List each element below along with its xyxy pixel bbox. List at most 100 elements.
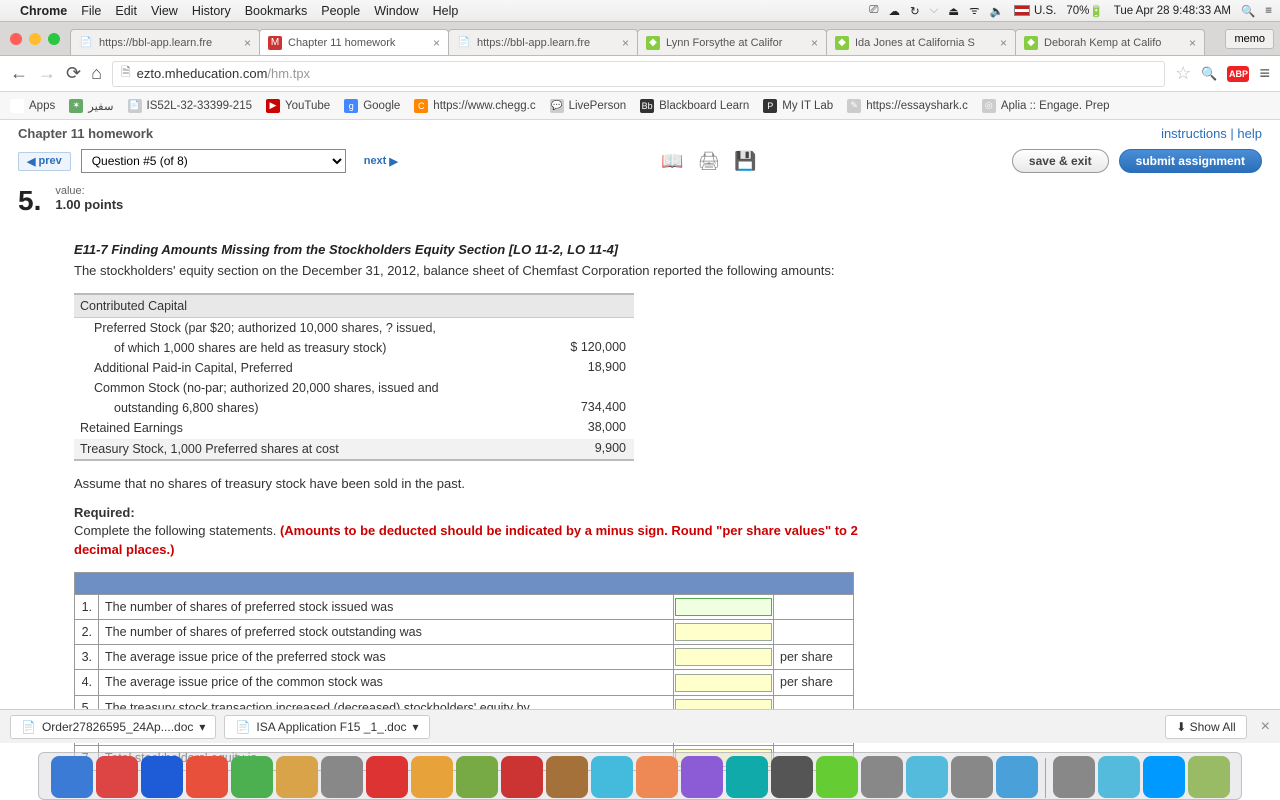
dock-app-icon[interactable] [591, 756, 633, 798]
dock-app-icon[interactable] [411, 756, 453, 798]
menu-edit[interactable]: Edit [115, 4, 137, 18]
back-button[interactable]: ← [10, 63, 28, 84]
sync-icon[interactable]: ☁ [888, 4, 900, 18]
close-tab-icon[interactable]: × [1000, 36, 1007, 50]
bookmark-item[interactable]: ◎Aplia :: Engage. Prep [982, 99, 1110, 113]
minimize-window-button[interactable] [29, 33, 41, 45]
browser-tab[interactable]: 📄https://bbl-app.learn.fre× [448, 29, 638, 55]
browser-tab[interactable]: MChapter 11 homework× [259, 29, 449, 55]
answer-input[interactable] [675, 674, 772, 692]
menu-list-icon[interactable]: ≡ [1265, 5, 1272, 17]
clock[interactable]: Tue Apr 28 9:48:33 AM [1114, 5, 1231, 17]
screen-share-icon[interactable]: ⎚ [869, 4, 878, 17]
dock-app-icon[interactable] [141, 756, 183, 798]
show-all-downloads-button[interactable]: ⬇ Show All [1165, 715, 1246, 739]
dock-app-icon[interactable] [681, 756, 723, 798]
instructions-link[interactable]: instructions [1161, 126, 1227, 141]
battery-status[interactable]: 70% 🔋 [1066, 4, 1103, 18]
timemachine-icon[interactable]: ↻ [910, 4, 920, 18]
close-window-button[interactable] [10, 33, 22, 45]
question-select[interactable]: Question #5 (of 8) [81, 149, 346, 173]
bookmark-item[interactable]: PMy IT Lab [763, 99, 833, 113]
wifi-icon[interactable]: ᯤ [969, 3, 980, 18]
dock-app-icon[interactable] [726, 756, 768, 798]
menu-bookmarks[interactable]: Bookmarks [245, 4, 308, 18]
dock-app-icon[interactable] [276, 756, 318, 798]
menu-window[interactable]: Window [374, 4, 418, 18]
close-tab-icon[interactable]: × [244, 36, 251, 50]
search-icon[interactable]: 🔍 [1201, 66, 1217, 82]
bookmark-item[interactable]: 💬LivePerson [550, 99, 627, 113]
spotlight-icon[interactable]: 🔍 [1241, 4, 1255, 18]
help-link[interactable]: help [1237, 126, 1262, 141]
star-icon[interactable]: ☆ [1175, 63, 1191, 84]
browser-tab[interactable]: 📄https://bbl-app.learn.fre× [70, 29, 260, 55]
dock-app-icon[interactable] [906, 756, 948, 798]
dock-app-icon[interactable] [951, 756, 993, 798]
dock-app-icon[interactable] [996, 756, 1038, 798]
chrome-menu-button[interactable]: ≡ [1259, 63, 1270, 84]
menu-help[interactable]: Help [433, 4, 459, 18]
prev-button[interactable]: ◀ prev [18, 152, 71, 171]
dock-app-icon[interactable] [501, 756, 543, 798]
bookmark-item[interactable]: Chttps://www.chegg.c [414, 99, 535, 113]
answer-input[interactable] [675, 648, 772, 666]
close-tab-icon[interactable]: × [1189, 36, 1196, 50]
flag-icon[interactable]: U.S. [1014, 5, 1056, 17]
close-tab-icon[interactable]: × [622, 36, 629, 50]
bookmark-item[interactable]: 📄IS52L-32-33399-215 [128, 99, 253, 113]
submit-assignment-button[interactable]: submit assignment [1119, 149, 1262, 173]
bookmark-item[interactable]: ▶YouTube [266, 99, 330, 113]
dock-app-icon[interactable] [1098, 756, 1140, 798]
address-bar[interactable]: 🗎 ezto.mheducation.com/hm.tpx [112, 61, 1165, 87]
browser-tab[interactable]: ◆Ida Jones at California S× [826, 29, 1016, 55]
dock-app-icon[interactable] [186, 756, 228, 798]
bookmark-item[interactable]: ✎https://essayshark.c [847, 99, 968, 113]
ebook-icon[interactable]: 📖 [661, 151, 683, 172]
abp-icon[interactable]: ABP [1227, 66, 1249, 82]
reload-button[interactable]: ⟳ [66, 63, 81, 84]
answer-input[interactable] [675, 598, 772, 616]
dock-app-icon[interactable] [1053, 756, 1095, 798]
dock-app-icon[interactable] [636, 756, 678, 798]
memo-button[interactable]: memo [1225, 29, 1274, 49]
bookmark-item[interactable]: gGoogle [344, 99, 400, 113]
dock-app-icon[interactable] [456, 756, 498, 798]
menu-people[interactable]: People [321, 4, 360, 18]
menu-history[interactable]: History [192, 4, 231, 18]
close-tab-icon[interactable]: × [811, 36, 818, 50]
menu-file[interactable]: File [81, 4, 101, 18]
forward-button[interactable]: → [38, 63, 56, 84]
dock-app-icon[interactable] [231, 756, 273, 798]
download-item[interactable]: 📄 ISA Application F15 _1_.doc ▾ [224, 715, 429, 739]
bluetooth-icon[interactable]: ⌵ [930, 4, 939, 17]
dock-app-icon[interactable] [51, 756, 93, 798]
browser-tab[interactable]: ◆Lynn Forsythe at Califor× [637, 29, 827, 55]
dock-app-icon[interactable] [771, 756, 813, 798]
browser-tab[interactable]: ◆Deborah Kemp at Califo× [1015, 29, 1205, 55]
dock-app-icon[interactable] [546, 756, 588, 798]
bookmark-item[interactable]: BbBlackboard Learn [640, 99, 749, 113]
dock-app-icon[interactable] [816, 756, 858, 798]
eject-icon[interactable]: ⏏ [948, 4, 959, 18]
zoom-window-button[interactable] [48, 33, 60, 45]
dock-app-icon[interactable] [321, 756, 363, 798]
volume-icon[interactable]: 🔈 [990, 4, 1004, 18]
dock-app-icon[interactable] [861, 756, 903, 798]
download-item[interactable]: 📄 Order27826595_24Ap....doc ▾ [10, 715, 216, 739]
close-downloads-bar-button[interactable]: × [1261, 718, 1270, 736]
bookmark-item[interactable]: ✶سفير [69, 99, 113, 113]
dock-app-icon[interactable] [1143, 756, 1185, 798]
menu-view[interactable]: View [151, 4, 178, 18]
print-icon[interactable]: 🖨 [697, 151, 720, 172]
bookmark-item[interactable]: ⠿Apps [10, 99, 55, 113]
home-button[interactable]: ⌂ [91, 63, 102, 84]
close-tab-icon[interactable]: × [433, 36, 440, 50]
dock-app-icon[interactable] [96, 756, 138, 798]
save-exit-button[interactable]: save & exit [1012, 149, 1109, 173]
dock-app-icon[interactable] [1188, 756, 1230, 798]
dock-app-icon[interactable] [366, 756, 408, 798]
save-icon[interactable]: 💾 [734, 151, 756, 172]
answer-input[interactable] [675, 623, 772, 641]
next-button[interactable]: next ▶ [356, 153, 406, 170]
